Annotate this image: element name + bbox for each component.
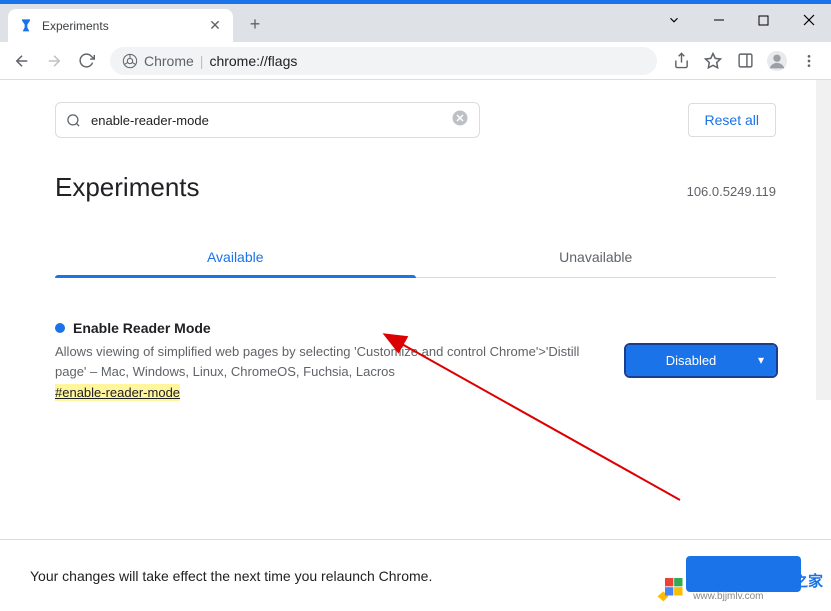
tab-search-button[interactable] <box>651 4 696 36</box>
window-minimize-button[interactable] <box>696 4 741 36</box>
address-bar[interactable]: Chrome | chrome://flags <box>110 47 657 75</box>
share-icon[interactable] <box>667 47 695 75</box>
flag-hash-link[interactable]: #enable-reader-mode <box>55 385 606 400</box>
flag-description: Allows viewing of simplified web pages b… <box>55 342 606 381</box>
window-maximize-button[interactable] <box>741 4 786 36</box>
page-content: enable-reader-mode Reset all Experiments… <box>0 80 831 400</box>
flag-state-select[interactable]: Disabled <box>626 345 776 376</box>
windows-logo-icon <box>653 573 687 603</box>
scrollbar[interactable] <box>816 80 831 400</box>
flag-tabs: Available Unavailable <box>55 237 776 278</box>
flag-row: Enable Reader Mode Allows viewing of sim… <box>55 320 776 400</box>
version-label: 106.0.5249.119 <box>687 184 776 199</box>
watermark: Windows 系统之家 www.bjjmlv.com <box>653 573 823 603</box>
flask-icon <box>18 18 34 34</box>
tab-title: Experiments <box>42 19 207 33</box>
tab-close-button[interactable]: ✕ <box>207 18 223 34</box>
nav-reload-button[interactable] <box>72 47 100 75</box>
flag-status-dot <box>55 323 65 333</box>
reset-all-button[interactable]: Reset all <box>688 103 776 137</box>
chrome-icon <box>122 53 138 69</box>
page-title: Experiments <box>55 172 200 203</box>
address-url: chrome://flags <box>209 53 297 69</box>
browser-tab[interactable]: Experiments ✕ <box>8 9 233 42</box>
window-titlebar: Experiments ✕ + <box>0 4 831 42</box>
window-close-button[interactable] <box>786 4 831 36</box>
watermark-brand: Windows 系统之家 <box>693 573 823 591</box>
flag-search-input[interactable]: enable-reader-mode <box>55 102 480 138</box>
address-divider: | <box>200 53 204 69</box>
sidepanel-icon[interactable] <box>731 47 759 75</box>
tab-unavailable[interactable]: Unavailable <box>416 237 777 277</box>
search-icon <box>66 113 81 128</box>
nav-forward-button[interactable] <box>40 47 68 75</box>
clear-search-icon[interactable] <box>451 109 469 132</box>
profile-avatar-icon[interactable] <box>763 47 791 75</box>
watermark-url: www.bjjmlv.com <box>693 591 763 603</box>
address-prefix: Chrome <box>144 53 194 69</box>
browser-toolbar: Chrome | chrome://flags <box>0 42 831 80</box>
kebab-menu-icon[interactable] <box>795 47 823 75</box>
search-query-text: enable-reader-mode <box>91 113 451 128</box>
bookmark-star-icon[interactable] <box>699 47 727 75</box>
tab-available[interactable]: Available <box>55 237 416 277</box>
flag-title: Enable Reader Mode <box>73 320 211 336</box>
nav-back-button[interactable] <box>8 47 36 75</box>
footer-message: Your changes will take effect the next t… <box>30 568 432 584</box>
new-tab-button[interactable]: + <box>241 10 269 38</box>
